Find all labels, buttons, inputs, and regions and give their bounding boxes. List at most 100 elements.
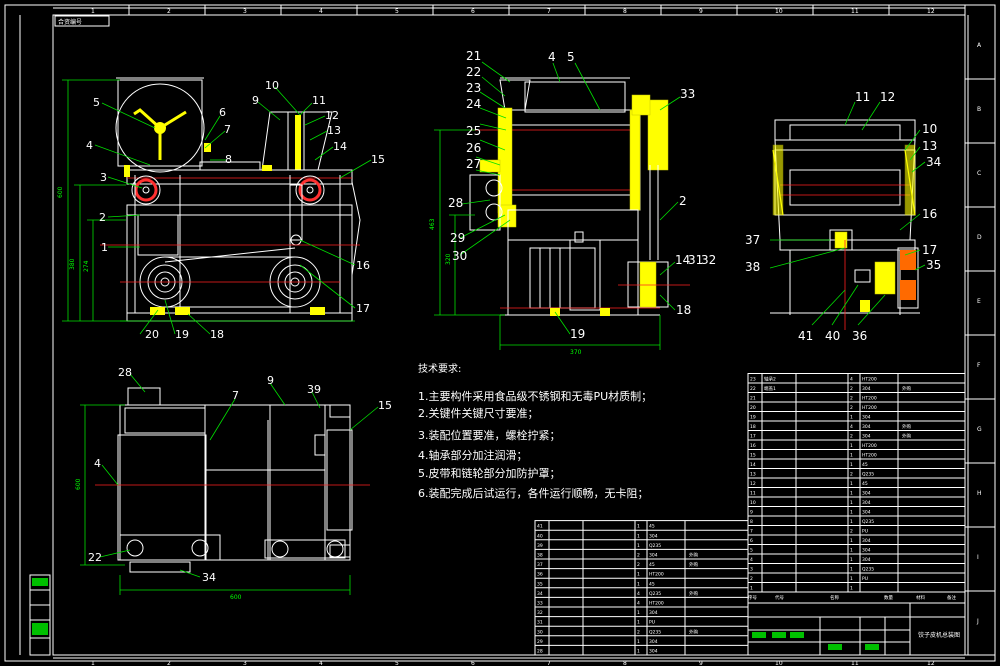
bom-cell-qty: 1: [850, 519, 853, 525]
drawing-title: 饺子皮机总装图: [918, 631, 960, 639]
bom-cell-qty: 1: [850, 443, 853, 449]
bom-cell-material: HT200: [862, 453, 877, 459]
top-view: [80, 387, 370, 595]
bom-row: 31 1 PU: [537, 620, 655, 626]
callout: 11: [855, 90, 870, 104]
bom-cell-no: 17: [750, 434, 756, 440]
bom-cell-no: 13: [750, 472, 756, 478]
bom-row: 29 1 304: [537, 639, 658, 645]
top-left-label-box: 合资编号: [54, 15, 110, 27]
callout: 32: [701, 253, 716, 267]
bom-cell-no: 11: [750, 491, 756, 497]
callout: 12: [325, 109, 339, 122]
bom-cell-material: HT200: [862, 396, 877, 402]
callout: 39: [307, 383, 321, 396]
bom-cell-qty: 1: [850, 462, 853, 468]
bom-cell-qty: 1: [637, 572, 640, 578]
bom-row: 6 1 304: [750, 538, 871, 544]
bom-cell-qty: 1: [637, 620, 640, 626]
row-marker: D: [977, 234, 982, 241]
callout: 30: [452, 249, 467, 263]
bom-row: 32 1 304: [537, 610, 658, 616]
callouts-top: 28 7 9 39 15 4 22 34: [88, 366, 392, 584]
bom-row: 2 1 PU: [750, 576, 868, 582]
callout: 26: [466, 141, 481, 155]
bom-cell-qty: 1: [637, 639, 640, 645]
side-view: [434, 77, 690, 350]
callout: 5: [93, 96, 100, 109]
column-marker: 5: [395, 660, 399, 666]
bom-cell-qty: 2: [637, 562, 640, 568]
bom-cell-note: 外购: [902, 423, 911, 430]
bom-cell-note: 外购: [902, 385, 911, 392]
column-marker: 1: [91, 660, 95, 666]
bom-row: 13 2 Q235: [750, 472, 874, 478]
column-marker: 7: [547, 660, 551, 666]
callout: 9: [252, 94, 259, 107]
callout: 28: [448, 196, 463, 210]
row-markers: A B C D E F G H I J: [965, 42, 995, 656]
bom-cell-no: 4: [750, 557, 753, 563]
side-dim-320: 320: [445, 253, 452, 265]
bom-cell-material: 304: [862, 491, 871, 497]
bom-cell-no: 40: [537, 533, 543, 539]
callout: 28: [118, 366, 132, 379]
callouts-end: 11 12 10 13 34 16 37 38 17 35 41 40 36: [745, 90, 941, 343]
th-qty: 数量: [884, 594, 893, 601]
bom-cell-material: PU: [862, 529, 868, 535]
bom-cell-material: 304: [862, 510, 871, 516]
bom-cell-material: 304: [649, 649, 658, 655]
callout: 24: [466, 97, 481, 111]
bom-cell-no: 31: [537, 620, 543, 626]
bom-cell-material: 304: [649, 610, 658, 616]
bom-cell-name: 端盖1: [764, 385, 776, 392]
bom-cell-material: 304: [862, 424, 871, 430]
bom-cell-qty: 1: [637, 533, 640, 539]
bom-cell-material: 45: [862, 481, 868, 487]
bom-cell-qty: 1: [850, 510, 853, 516]
bom-cell-material: 304: [862, 538, 871, 544]
bom-cell-no: 41: [537, 524, 543, 530]
tech-note-5: 5.皮带和链轮部分加防护罩；: [418, 466, 561, 480]
bom-cell-qty: 1: [850, 538, 853, 544]
bom-cell-qty: 1: [850, 481, 853, 487]
callout: 34: [202, 571, 216, 584]
callout: 22: [466, 65, 481, 79]
end-view: [770, 119, 920, 330]
bom-cell-no: 18: [750, 424, 756, 430]
callout: 35: [926, 258, 941, 272]
bom-cell-qty: 1: [637, 610, 640, 616]
bom-cell-no: 23: [750, 377, 756, 383]
side-dim-463: 463: [429, 218, 436, 230]
bom-row: 22 端盖1 2 304 外购: [750, 385, 911, 392]
bom-row: 28 1 304: [537, 649, 658, 655]
side-dim-370: 370: [570, 349, 582, 356]
bom-cell-no: 28: [537, 649, 543, 655]
technical-requirements: 技术要求: 1.主要构件采用食品级不锈钢和无毒PU材质制； 2.关键件关键尺寸要…: [418, 362, 652, 500]
bom-cell-note: 外购: [689, 552, 698, 559]
callout: 40: [825, 329, 840, 343]
top-label-text: 合资编号: [58, 18, 82, 26]
column-marker: 6: [471, 660, 475, 666]
bom-cell-material: Q235: [862, 472, 874, 478]
column-marker: 11: [851, 8, 859, 15]
bom-cell-qty: 1: [850, 557, 853, 563]
callout: 17: [922, 243, 937, 257]
row-marker: E: [977, 298, 981, 305]
callout: 10: [922, 122, 937, 136]
column-marker: 11: [851, 660, 859, 666]
bom-cell-material: PU: [862, 576, 868, 582]
bom-row: 3 1 Q235: [750, 567, 874, 573]
callout: 7: [224, 123, 231, 136]
bom-row: 19 1 304: [750, 415, 871, 421]
bom-cell-no: 5: [750, 548, 753, 554]
column-marker: 1: [91, 8, 95, 15]
bom-cell-no: 19: [750, 415, 756, 421]
th-note: 备注: [947, 594, 956, 601]
callout: 2: [99, 211, 106, 224]
column-marker: 4: [319, 8, 323, 15]
bom-cell-qty: 1: [850, 548, 853, 554]
callout: 5: [567, 50, 575, 64]
bom-cell-qty: 1: [637, 649, 640, 655]
bom-cell-no: 37: [537, 562, 543, 568]
